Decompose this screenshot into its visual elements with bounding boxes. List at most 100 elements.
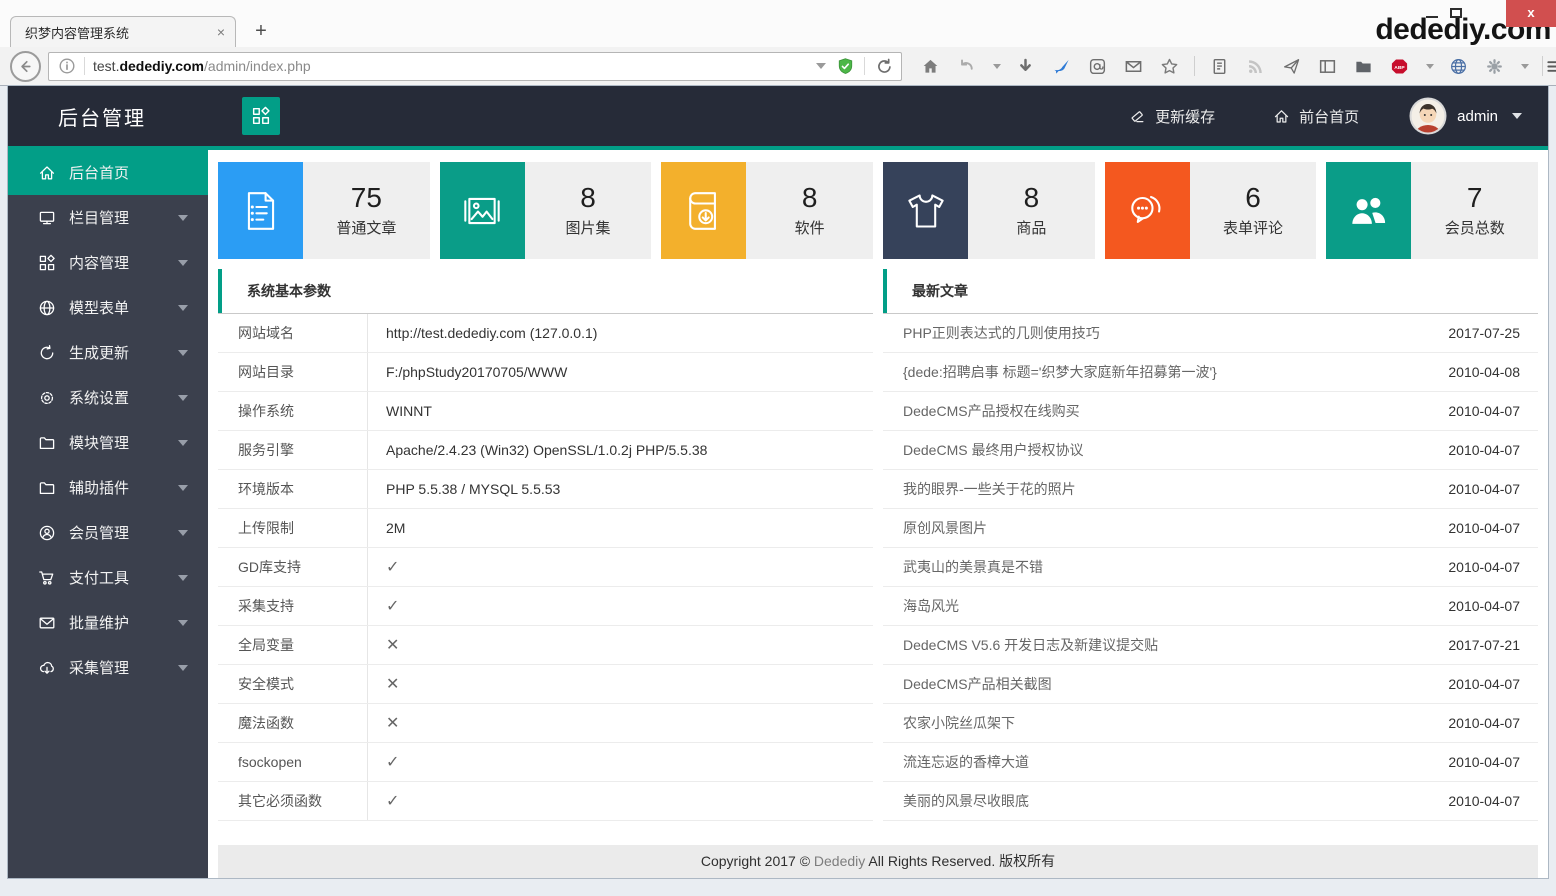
undo-icon[interactable] [955,55,978,78]
apps-grid-button[interactable] [242,97,280,135]
article-title-link[interactable]: PHP正则表达式的几则使用技巧 [903,323,1100,343]
thunderbird-icon[interactable] [1050,55,1073,78]
header-action-label: 更新缓存 [1155,106,1215,127]
header-actions: 更新缓存 前台首页 admin [1071,97,1548,135]
sidebar-item-1[interactable]: 后台首页 [8,150,208,195]
stat-card[interactable]: 6表单评论 [1105,162,1317,259]
article-title-link[interactable]: 我的眼界-一些关于花的照片 [903,479,1076,499]
header-action-2[interactable]: 前台首页 [1273,106,1359,127]
system-param-row: 其它必须函数✓ [218,782,873,821]
app-box-icon[interactable] [1086,55,1109,78]
article-title-link[interactable]: DedeCMS V5.6 开发日志及新建议提交贴 [903,635,1158,655]
system-param-row: 网站域名http://test.dedediy.com (127.0.0.1) [218,314,873,353]
cross-icon: ✕ [368,665,873,703]
folder-icon [38,479,56,497]
browser-tab[interactable]: 织梦内容管理系统 × [10,16,236,47]
stat-card[interactable]: 7会员总数 [1326,162,1538,259]
article-date: 2010-04-07 [1448,793,1520,809]
article-row: DedeCMS 最终用户授权协议 2010-04-07 [883,431,1538,470]
article-title-link[interactable]: DedeCMS产品授权在线购买 [903,401,1080,421]
download-icon[interactable] [1014,55,1037,78]
plugin-dropdown-caret-icon[interactable] [1521,64,1529,69]
stat-card[interactable]: 8商品 [883,162,1095,259]
stat-value: 75 [351,183,382,214]
sidebar-item-11[interactable]: 批量维护 [8,600,208,645]
article-title-link[interactable]: DedeCMS 最终用户授权协议 [903,440,1083,460]
username: admin [1457,108,1498,125]
rss-icon[interactable] [1244,55,1267,78]
window-close-button[interactable]: x [1506,0,1556,27]
system-param-row: 服务引擎Apache/2.4.23 (Win32) OpenSSL/1.0.2j… [218,431,873,470]
sidebar-item-4[interactable]: 模型表单 [8,285,208,330]
plugin-icon[interactable] [1483,55,1506,78]
chevron-down-icon [178,485,188,491]
sidebar-item-3[interactable]: 内容管理 [8,240,208,285]
header-action-1[interactable]: 更新缓存 [1129,106,1215,127]
adblock-dropdown-caret-icon[interactable] [1426,64,1434,69]
sidebar-item-2[interactable]: 栏目管理 [8,195,208,240]
reload-icon[interactable] [873,55,896,78]
sidebar-panel-icon[interactable] [1316,55,1339,78]
back-button[interactable] [10,51,41,82]
adblock-icon[interactable]: ABP [1388,55,1411,78]
article-row: 流连忘返的香樟大道2010-04-07 [883,743,1538,782]
stat-card[interactable]: 8图片集 [440,162,652,259]
stat-cards: 75普通文章8图片集8软件 8商品6表单评论7会员总数 [218,162,1538,259]
bookmark-star-icon[interactable] [1158,55,1181,78]
sidebar-item-label: 系统设置 [69,387,129,408]
sidebar-item-9[interactable]: 会员管理 [8,510,208,555]
sidebar-item-12[interactable]: 采集管理 [8,645,208,690]
sidebar-item-6[interactable]: 系统设置 [8,375,208,420]
article-title-link[interactable]: 流连忘返的香樟大道 [903,752,1029,772]
article-date: 2010-04-07 [1448,442,1520,458]
stat-card-body: 8商品 [968,162,1095,259]
sidebar-item-label: 模型表单 [69,297,129,318]
tab-close-icon[interactable]: × [217,25,225,39]
article-date: 2010-04-08 [1448,364,1520,380]
admin-header: 后台管理 更新缓存前台首页 admin [8,86,1548,150]
stat-card[interactable]: 75普通文章 [218,162,430,259]
user-menu[interactable]: admin [1409,97,1522,135]
sidebar-item-7[interactable]: 模块管理 [8,420,208,465]
cart-icon [38,569,56,587]
toolbar-divider [1194,56,1195,76]
param-label: 网站域名 [218,314,368,352]
window-maximize-button[interactable] [1450,8,1462,18]
undo-dropdown-caret-icon[interactable] [993,64,1001,69]
sidebar-item-8[interactable]: 辅助插件 [8,465,208,510]
sidebar-item-label: 采集管理 [69,657,129,678]
hamburger-menu-icon[interactable] [1543,55,1556,78]
stat-label: 表单评论 [1223,217,1283,238]
article-title-link[interactable]: 农家小院丝瓜架下 [903,713,1015,733]
article-title-link[interactable]: DedeCMS产品相关截图 [903,674,1052,694]
article-title-link[interactable]: 武夷山的美景真是不错 [903,557,1043,577]
home-icon[interactable] [919,55,942,78]
globe-icon[interactable] [1447,55,1470,78]
system-param-row: 网站目录F:/phpStudy20170705/WWW [218,353,873,392]
window-minimize-button[interactable] [1426,16,1438,18]
url-bar[interactable]: test.dedediy.com/admin/index.php [48,52,902,81]
downloads-folder-icon[interactable] [1352,55,1375,78]
article-title-link[interactable]: 美丽的风景尽收眼底 [903,791,1029,811]
mail-icon[interactable] [1122,55,1145,78]
sidebar-item-10[interactable]: 支付工具 [8,555,208,600]
svg-text:ABP: ABP [1394,64,1405,70]
article-title-link[interactable]: 原创风景图片 [903,518,987,538]
new-tab-button[interactable]: + [248,20,274,44]
browser-window: 织梦内容管理系统 × + dedediy.com x test.dedediy.… [0,0,1556,896]
article-title-link[interactable]: {dede:招聘启事 标题='织梦大家庭新年招募第一波'} [903,362,1217,382]
bookmarks-list-icon[interactable] [1208,55,1231,78]
sidebar-item-5[interactable]: 生成更新 [8,330,208,375]
home-icon [38,164,56,182]
stat-card[interactable]: 8软件 [661,162,873,259]
footer: Copyright 2017 © Dedediy All Rights Rese… [218,845,1538,878]
sidebar-item-label: 批量维护 [69,612,129,633]
shield-icon[interactable] [834,55,857,78]
article-title-link[interactable]: 海岛风光 [903,596,959,616]
send-icon[interactable] [1280,55,1303,78]
url-dropdown-caret-icon[interactable] [816,63,826,69]
article-row: 我的眼界-一些关于花的照片2010-04-07 [883,470,1538,509]
article-date: 2010-04-07 [1448,559,1520,575]
site-info-icon[interactable] [57,56,77,76]
chat-icon [1105,162,1190,259]
